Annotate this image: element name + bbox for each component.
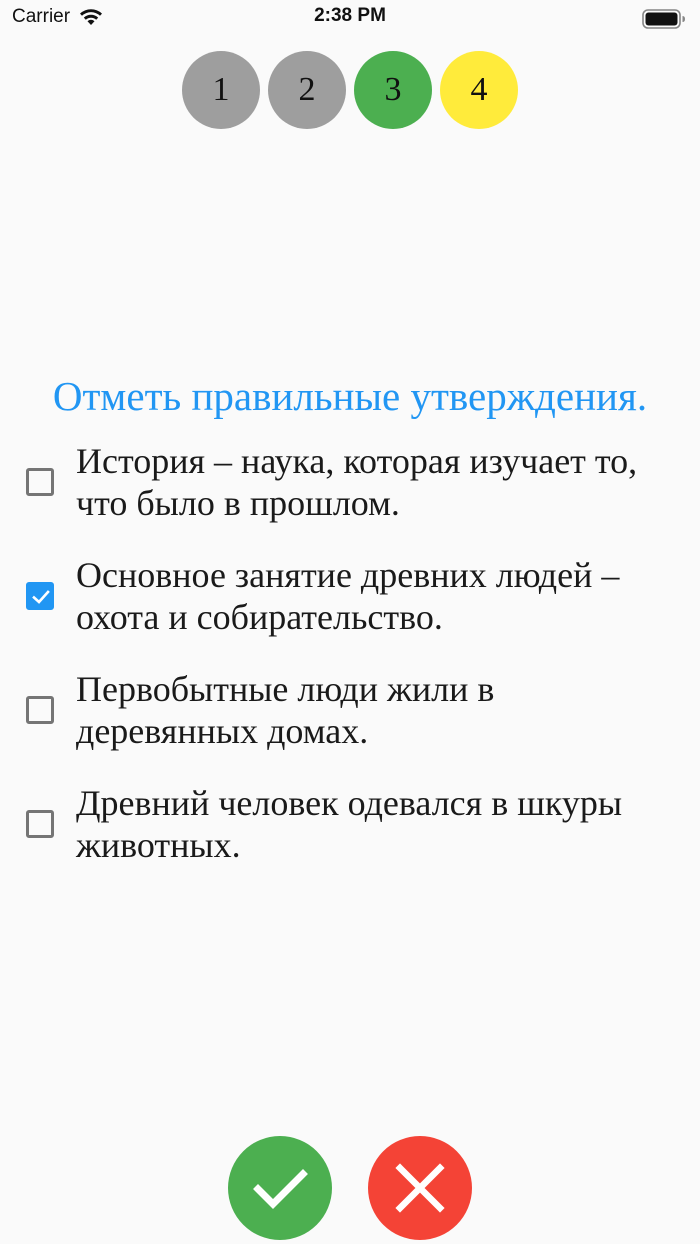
option-4[interactable]: Древний человек одевался в шкуры животны…	[26, 782, 646, 866]
action-bar	[0, 1136, 700, 1240]
step-label: 1	[212, 71, 230, 108]
step-label: 4	[470, 71, 488, 108]
option-text: Древний человек одевался в шкуры животны…	[76, 783, 623, 865]
checkbox[interactable]	[26, 810, 54, 838]
option-1[interactable]: История – наука, которая изучает то, что…	[26, 440, 646, 524]
step-label: 2	[298, 71, 316, 108]
step-3[interactable]: 3	[354, 51, 432, 129]
option-2[interactable]: Основное занятие древних людей – охота и…	[26, 554, 646, 638]
option-text: Первобытные люди жили в деревянных домах…	[76, 669, 495, 751]
confirm-button[interactable]	[228, 1136, 332, 1240]
question-title: Отметь правильные утверждения.	[52, 373, 648, 419]
status-time: 2:38 PM	[314, 5, 386, 26]
option-3[interactable]: Первобытные люди жили в деревянных домах…	[26, 668, 646, 752]
option-text: Основное занятие древних людей – охота и…	[76, 555, 620, 637]
check-icon	[253, 1169, 308, 1209]
step-label: 3	[384, 71, 402, 108]
step-indicator: 1 2 3 4	[0, 51, 700, 129]
option-text: История – наука, которая изучает то, что…	[76, 441, 638, 523]
check-icon	[32, 590, 50, 604]
step-1[interactable]: 1	[182, 51, 260, 129]
cancel-button[interactable]	[368, 1136, 472, 1240]
checkbox[interactable]	[26, 696, 54, 724]
options-list: История – наука, которая изучает то, что…	[26, 440, 646, 896]
checkbox[interactable]	[26, 468, 54, 496]
status-bar: Carrier 2:38 PM	[0, 0, 700, 36]
checkbox[interactable]	[26, 582, 54, 610]
close-icon	[395, 1163, 445, 1213]
step-4[interactable]: 4	[440, 51, 518, 129]
step-2[interactable]: 2	[268, 51, 346, 129]
battery-icon	[642, 9, 686, 29]
